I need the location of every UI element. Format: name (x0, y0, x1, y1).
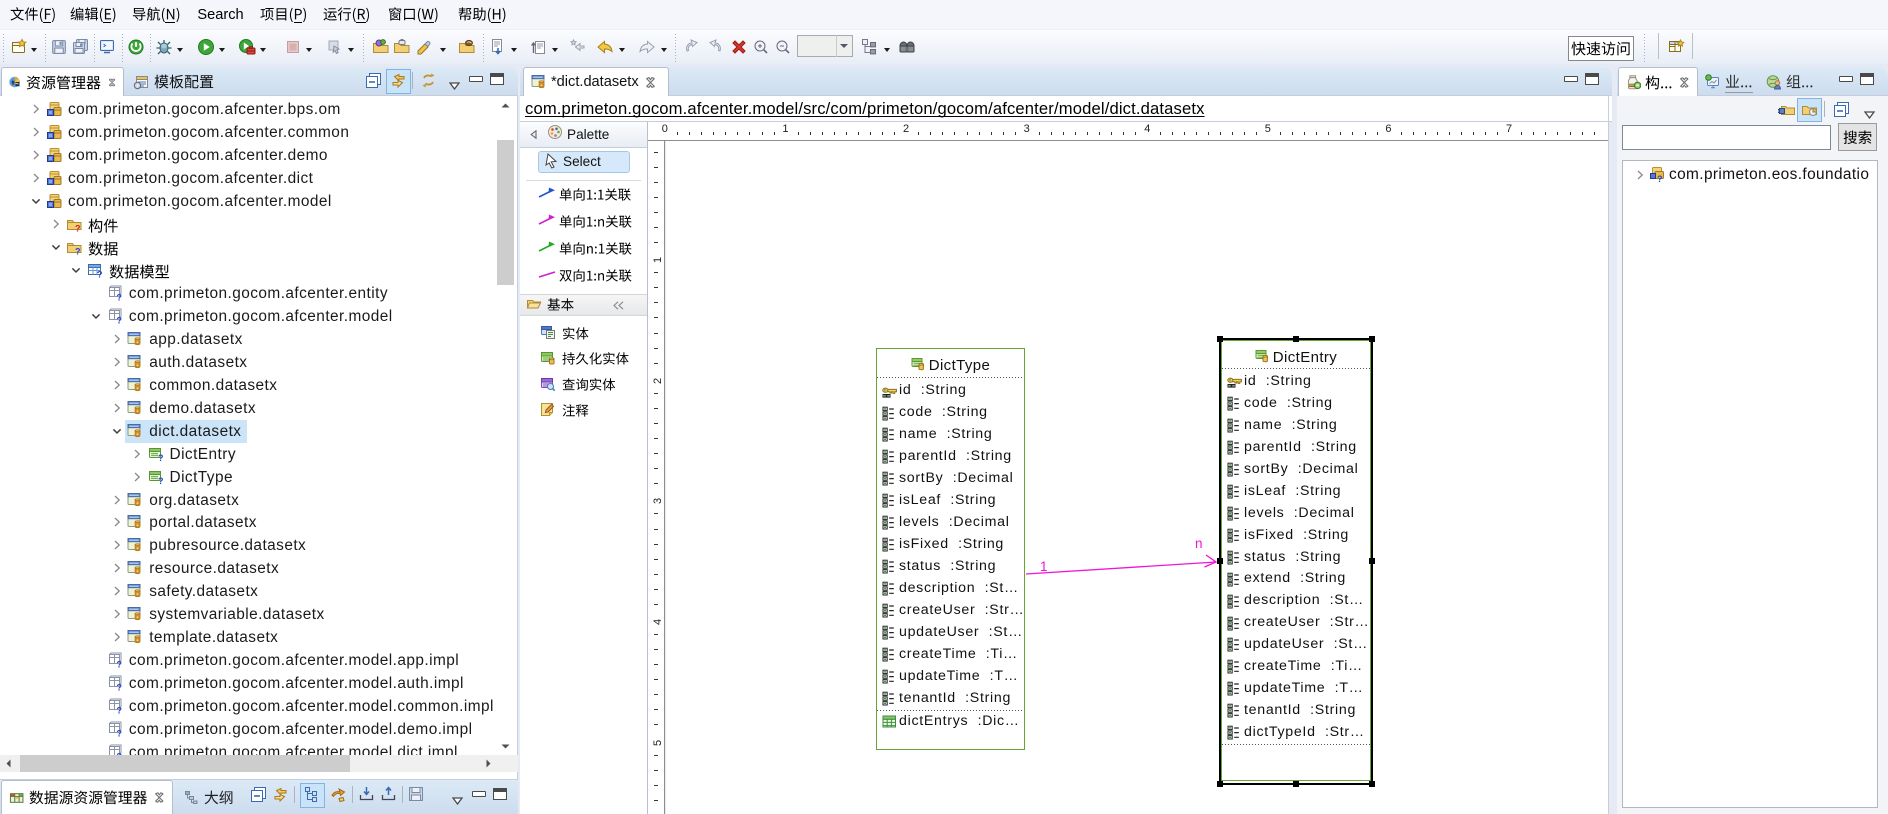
svg-text:?: ? (158, 453, 164, 462)
svg-text:?: ? (75, 224, 81, 233)
svg-text:?: ? (116, 292, 122, 301)
svg-text:?: ? (97, 270, 103, 279)
svg-text:?: ? (158, 476, 164, 485)
svg-text:?: ? (116, 729, 122, 738)
svg-text:?: ? (116, 315, 122, 324)
svg-text:?: ? (1657, 174, 1663, 182)
svg-text:?: ? (116, 683, 122, 692)
svg-text:?: ? (75, 247, 81, 256)
svg-text:?: ? (116, 706, 122, 715)
svg-text:?: ? (116, 660, 122, 669)
